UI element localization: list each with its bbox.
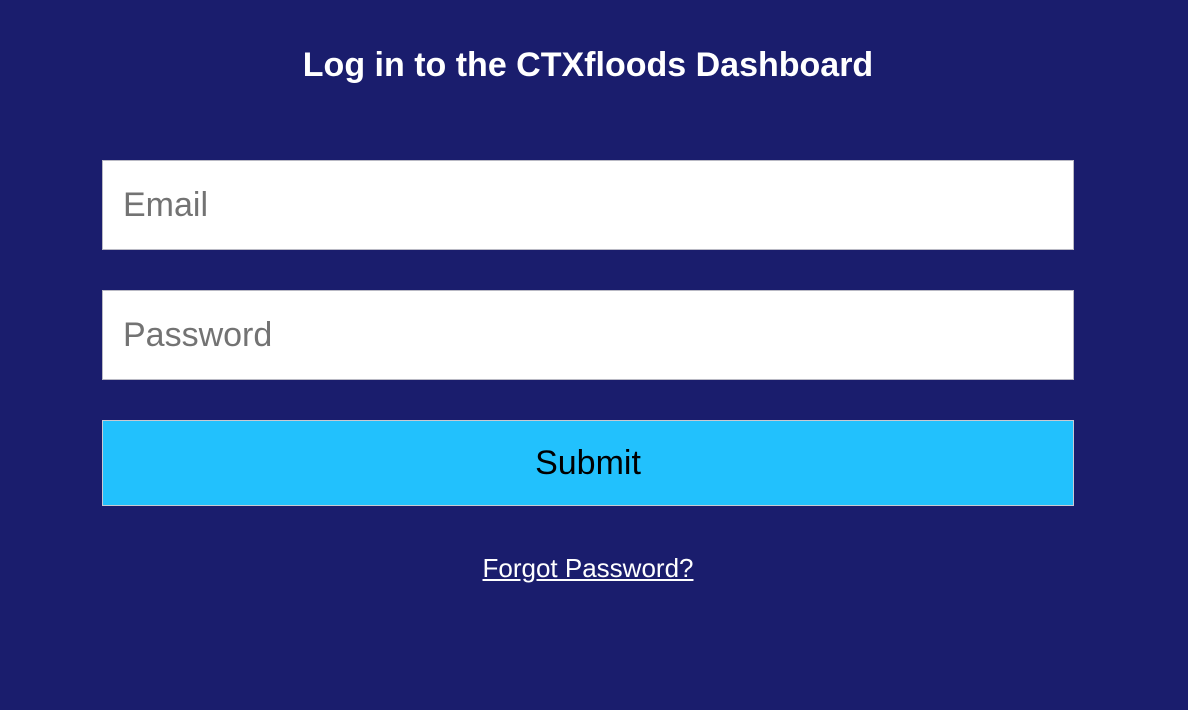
page-title: Log in to the CTXfloods Dashboard	[302, 46, 874, 84]
password-input[interactable]	[102, 290, 1074, 380]
submit-button[interactable]: Submit	[102, 420, 1074, 506]
forgot-password-link[interactable]: Forgot Password?	[483, 553, 694, 583]
forgot-password-container: Forgot Password?	[0, 550, 1176, 586]
login-page: Log in to the CTXfloods Dashboard Submit…	[0, 0, 1188, 710]
email-input[interactable]	[102, 160, 1074, 250]
